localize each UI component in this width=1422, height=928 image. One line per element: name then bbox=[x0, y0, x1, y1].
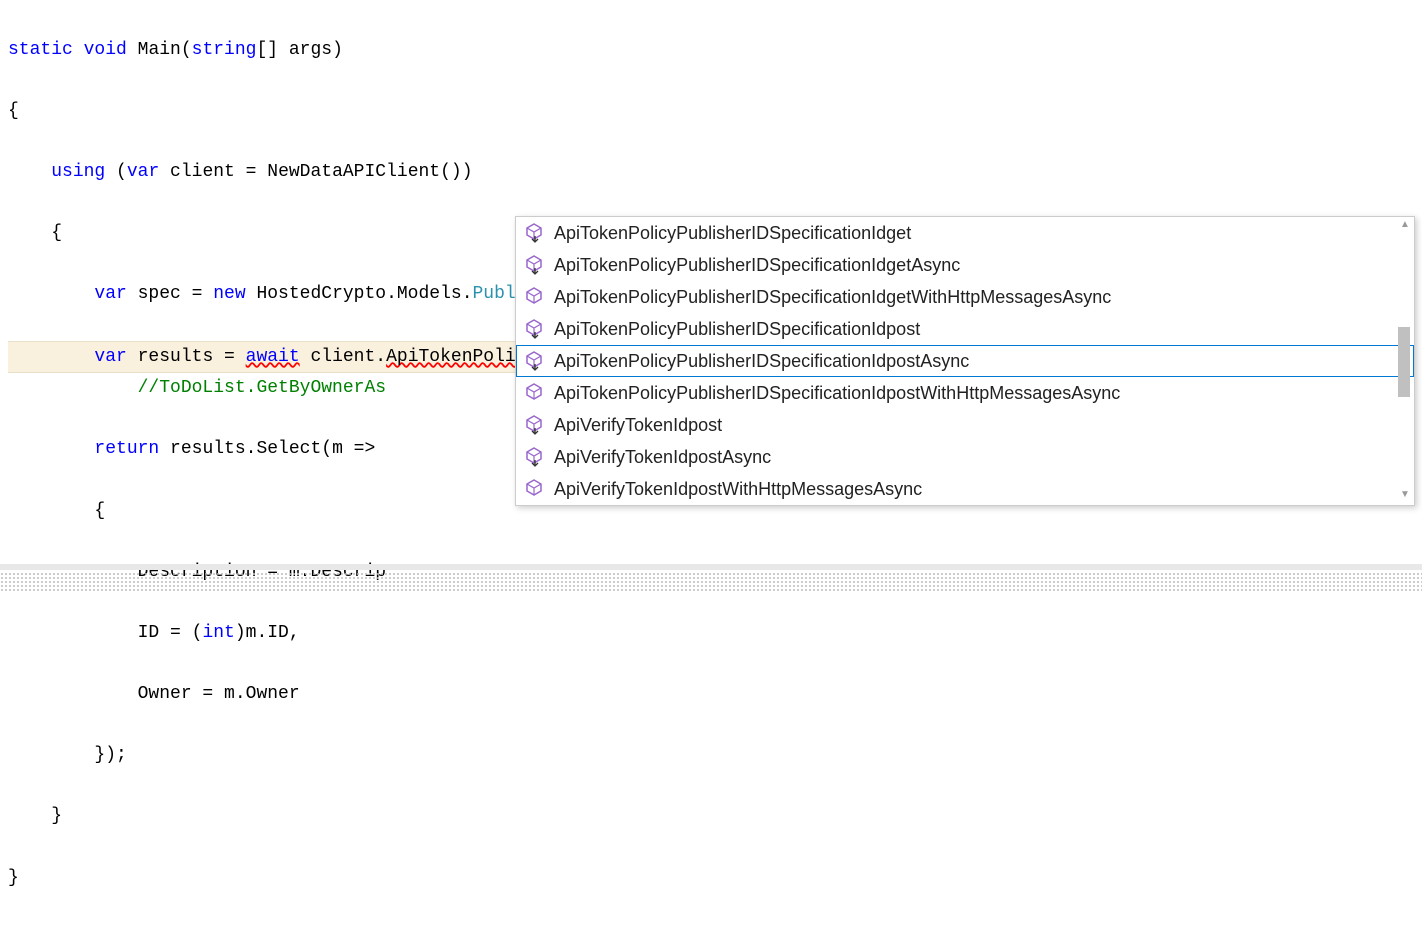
code-line: static void Main(string[] args) bbox=[8, 35, 1414, 66]
intellisense-item[interactable]: ApiVerifyTokenIdpost bbox=[516, 409, 1414, 441]
code-line: } bbox=[8, 863, 1414, 894]
intellisense-item-label: ApiVerifyTokenIdpost bbox=[554, 415, 722, 436]
extension-method-icon bbox=[524, 446, 546, 468]
intellisense-item[interactable]: ApiVerifyTokenIdpostWithHttpMessagesAsyn… bbox=[516, 473, 1414, 505]
intellisense-item-label: ApiTokenPolicyPublisherIDSpecificationId… bbox=[554, 319, 920, 340]
intellisense-item[interactable]: ApiTokenPolicyPublisherIDSpecificationId… bbox=[516, 345, 1414, 377]
intellisense-item-label: ApiTokenPolicyPublisherIDSpecificationId… bbox=[554, 383, 1120, 404]
intellisense-item[interactable]: ApiTokenPolicyPublisherIDSpecificationId… bbox=[516, 377, 1414, 409]
extension-method-icon bbox=[524, 350, 546, 372]
intellisense-popup[interactable]: ▲ ▼ ApiTokenPolicyPublisherIDSpecificati… bbox=[515, 216, 1415, 506]
intellisense-item[interactable]: ApiTokenPolicyPublisherIDSpecificationId… bbox=[516, 313, 1414, 345]
code-line: } bbox=[8, 801, 1414, 832]
method-icon bbox=[524, 286, 546, 308]
bottom-panel-edge bbox=[0, 572, 1422, 592]
intellisense-item-label: ApiTokenPolicyPublisherIDSpecificationId… bbox=[554, 287, 1111, 308]
intellisense-item[interactable]: ApiTokenPolicyPublisherIDSpecificationId… bbox=[516, 217, 1414, 249]
method-icon bbox=[524, 478, 546, 500]
extension-method-icon bbox=[524, 254, 546, 276]
scrollbar[interactable]: ▲ ▼ bbox=[1396, 217, 1412, 505]
extension-method-icon bbox=[524, 318, 546, 340]
extension-method-icon bbox=[524, 414, 546, 436]
intellisense-item[interactable]: ApiVerifyTokenIdpostAsync bbox=[516, 441, 1414, 473]
scroll-up-icon[interactable]: ▲ bbox=[1398, 219, 1412, 233]
code-line: using (var client = NewDataAPIClient()) bbox=[8, 157, 1414, 188]
intellisense-item-label: ApiTokenPolicyPublisherIDSpecificationId… bbox=[554, 255, 960, 276]
scroll-down-icon[interactable]: ▼ bbox=[1398, 489, 1412, 503]
intellisense-item[interactable]: ApiTokenPolicyPublisherIDSpecificationId… bbox=[516, 281, 1414, 313]
intellisense-item-label: ApiTokenPolicyPublisherIDSpecificationId… bbox=[554, 223, 911, 244]
intellisense-item[interactable]: ApiTokenPolicyPublisherIDSpecificationId… bbox=[516, 249, 1414, 281]
intellisense-item-label: ApiVerifyTokenIdpostAsync bbox=[554, 447, 771, 468]
intellisense-item-label: ApiTokenPolicyPublisherIDSpecificationId… bbox=[554, 351, 969, 372]
extension-method-icon bbox=[524, 222, 546, 244]
intellisense-item-label: ApiVerifyTokenIdpostWithHttpMessagesAsyn… bbox=[554, 479, 922, 500]
splitter[interactable] bbox=[0, 564, 1422, 570]
code-line: }); bbox=[8, 740, 1414, 771]
method-icon bbox=[524, 382, 546, 404]
scroll-thumb[interactable] bbox=[1398, 327, 1410, 397]
code-line: ID = (int)m.ID, bbox=[8, 618, 1414, 649]
code-line: Owner = m.Owner bbox=[8, 679, 1414, 710]
code-line: { bbox=[8, 96, 1414, 127]
